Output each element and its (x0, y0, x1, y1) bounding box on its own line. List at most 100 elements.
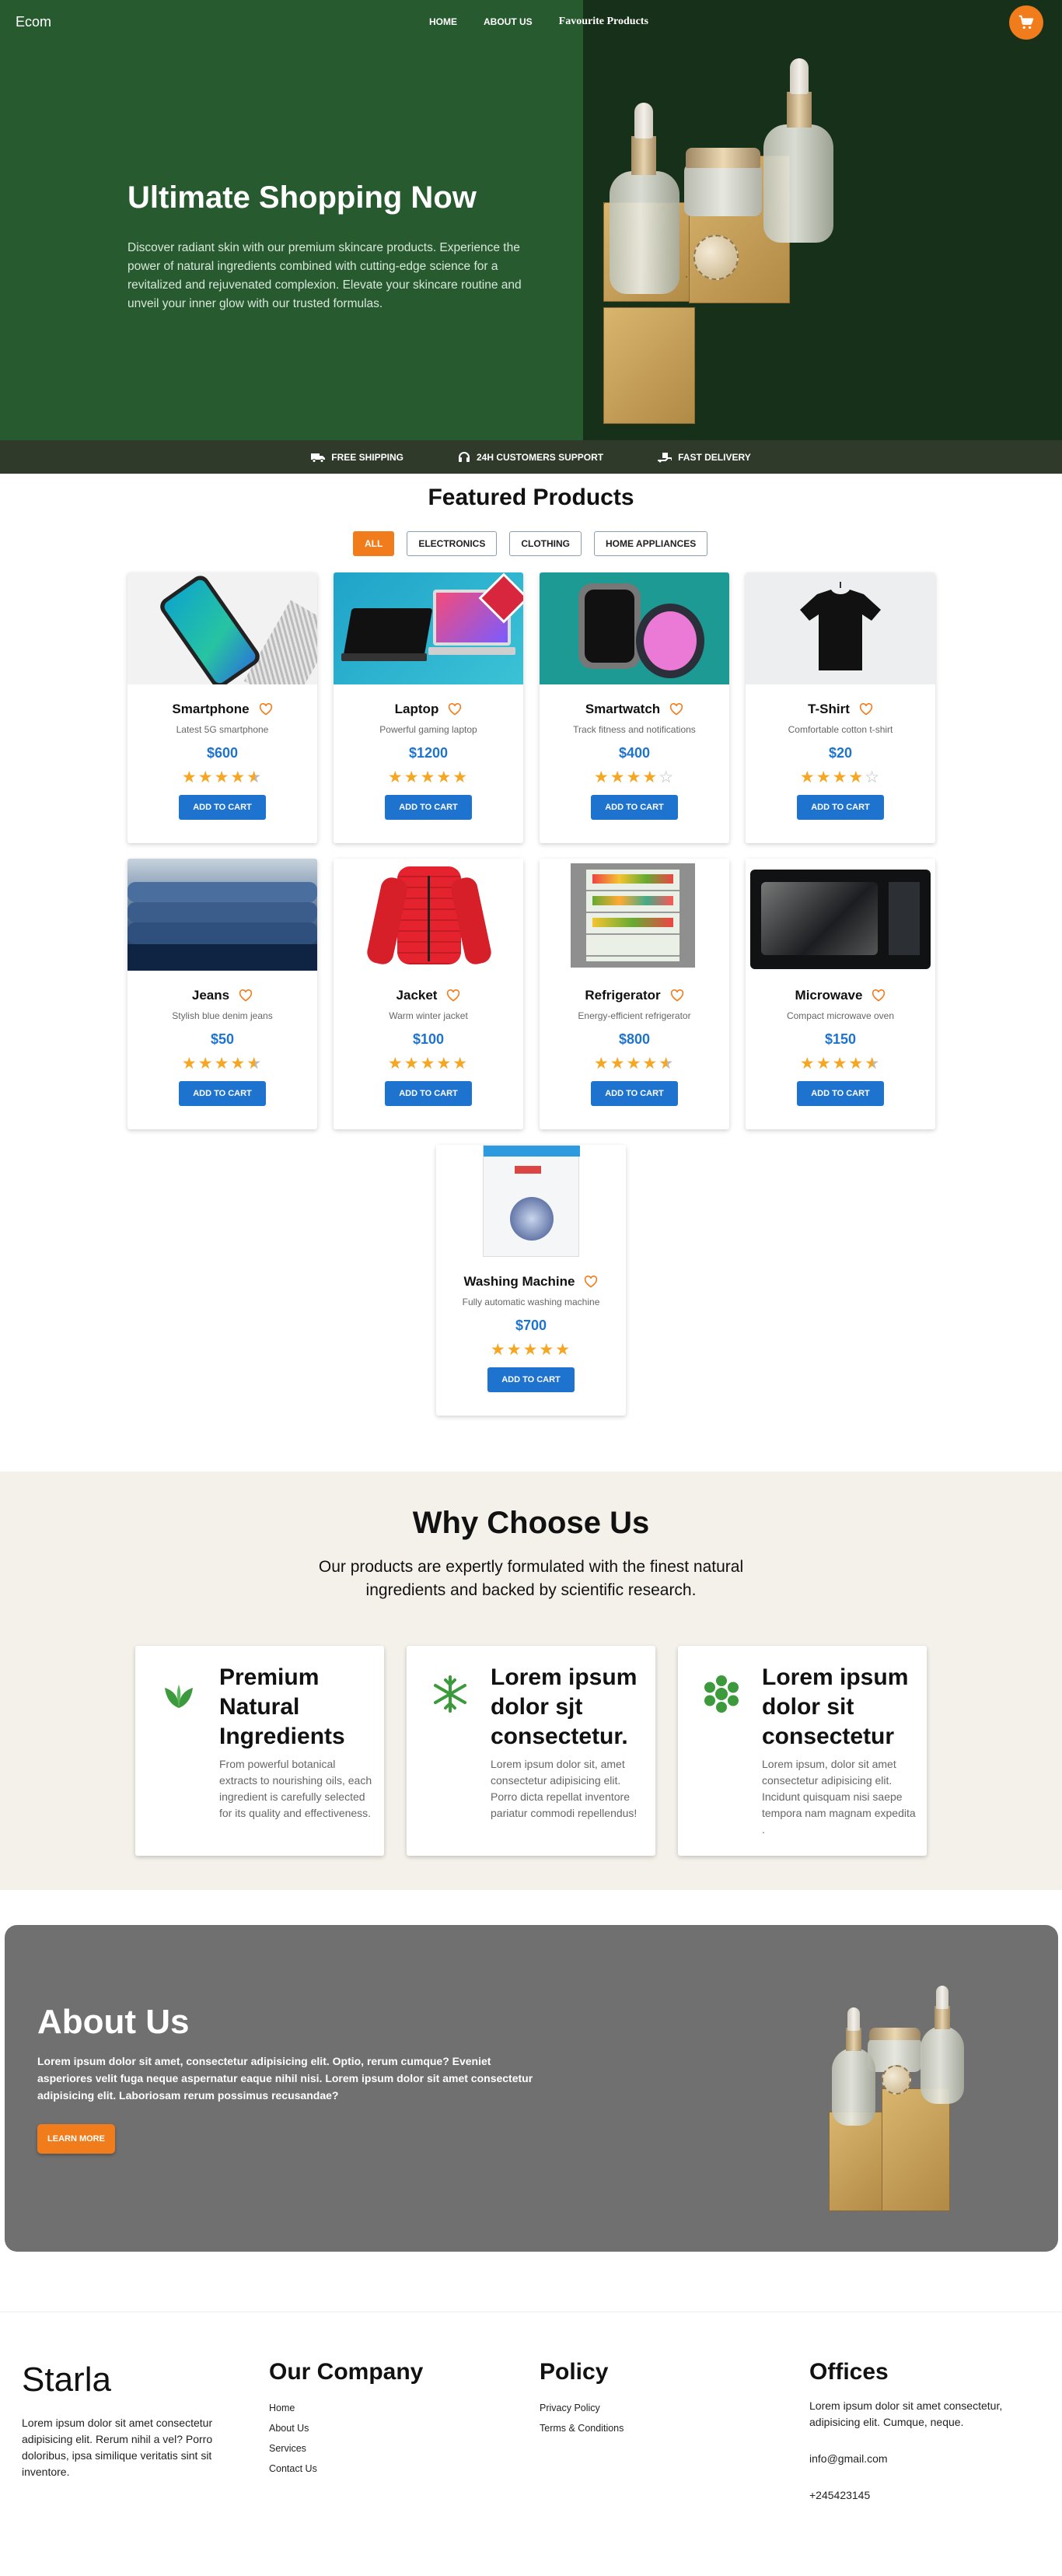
product-price: $400 (618, 745, 651, 761)
why-choose-us-section: Why Choose Us Our products are expertly … (0, 1472, 1062, 1890)
add-to-cart-button[interactable]: ADD TO CART (179, 1081, 266, 1106)
feature-label: 24H CUSTOMERS SUPPORT (476, 451, 604, 463)
product-name: Jacket (396, 988, 438, 1003)
product-image[interactable] (540, 572, 729, 684)
rating-stars: ★★★★★★ (799, 1055, 882, 1073)
footer-link-home[interactable]: Home (269, 2403, 423, 2413)
top-navbar: Ecom HOME ABOUT US Favourite Products (0, 0, 1062, 44)
footer-offices-title: Offices (809, 2359, 889, 2385)
add-to-cart-button[interactable]: ADD TO CART (591, 1081, 678, 1106)
nav-link-about[interactable]: ABOUT US (484, 16, 533, 28)
heart-icon[interactable] (859, 703, 873, 716)
feature-support: 24H CUSTOMERS SUPPORT (458, 451, 603, 464)
heart-icon[interactable] (259, 703, 273, 716)
hero-title: Ultimate Shopping Now (128, 180, 477, 215)
footer-link-about[interactable]: About Us (269, 2423, 423, 2434)
product-card[interactable]: Washing Machine Fully automatic washing m… (436, 1145, 626, 1416)
about-section: About Us Lorem ipsum dolor sit amet, con… (0, 1890, 1062, 2312)
footer-phone[interactable]: +245423145 (809, 2487, 1043, 2504)
rating-stars: ★★★★★★ (593, 1055, 676, 1073)
why-subtitle: Our products are expertly formulated wit… (318, 1558, 744, 1599)
product-image[interactable] (746, 859, 935, 971)
product-description: Latest 5G smartphone (176, 724, 269, 735)
footer-brand: Starla (22, 2361, 111, 2399)
about-panel: About Us Lorem ipsum dolor sit amet, con… (5, 1925, 1058, 2252)
add-to-cart-button[interactable]: ADD TO CART (797, 795, 884, 820)
footer-link-contact[interactable]: Contact Us (269, 2463, 423, 2474)
featured-products-section: Featured Products ALL ELECTRONICS CLOTHI… (0, 474, 1062, 1472)
cart-button[interactable] (1009, 5, 1043, 40)
filter-clothing[interactable]: CLOTHING (509, 531, 582, 556)
product-card[interactable]: T-Shirt Comfortable cotton t-shirt $20 ★★★★… (746, 572, 935, 843)
product-description: Track fitness and notifications (573, 724, 696, 735)
product-image[interactable] (334, 859, 523, 971)
product-name: Microwave (795, 988, 863, 1003)
product-name: Washing Machine (463, 1274, 575, 1289)
product-description: Energy-efficient refrigerator (578, 1010, 691, 1021)
filter-home-appliances[interactable]: HOME APPLIANCES (594, 531, 708, 556)
footer-offices: Offices Lorem ipsum dolor sit amet conse… (809, 2359, 1043, 2504)
product-card[interactable]: Jeans Stylish blue denim jeans $50 ★★★★★★ AD… (128, 859, 317, 1129)
add-to-cart-button[interactable]: ADD TO CART (487, 1367, 575, 1392)
why-card-text: Lorem ipsum dolor sit, amet consectetur … (491, 1758, 638, 1819)
leaf-icon (165, 1685, 193, 1708)
rating-stars: ★★★★★ (387, 1055, 470, 1073)
product-image[interactable] (128, 572, 317, 684)
product-name: Laptop (394, 702, 439, 716)
footer-company-title: Our Company (269, 2359, 424, 2385)
product-description: Fully automatic washing machine (462, 1297, 600, 1307)
product-image[interactable] (334, 572, 523, 684)
why-card-title: Premium Natural Ingredients (219, 1664, 345, 1749)
learn-more-button[interactable]: LEARN MORE (37, 2124, 115, 2154)
footer-email[interactable]: info@gmail.com (809, 2451, 1043, 2467)
heart-icon[interactable] (239, 989, 253, 1002)
product-card[interactable]: Laptop Powerful gaming laptop $1200 ★★★★★ AD… (334, 572, 523, 843)
add-to-cart-button[interactable]: ADD TO CART (591, 795, 678, 820)
footer-link-services[interactable]: Services (269, 2443, 423, 2454)
footer-link-terms[interactable]: Terms & Conditions (540, 2423, 624, 2434)
filter-all[interactable]: ALL (353, 531, 395, 556)
product-price: $20 (828, 745, 853, 761)
product-card[interactable]: Jacket Warm winter jacket $100 ★★★★★ ADD TO … (334, 859, 523, 1129)
product-price: $50 (210, 1031, 235, 1047)
heart-icon[interactable] (446, 989, 460, 1002)
product-image[interactable] (540, 859, 729, 971)
product-price: $150 (824, 1031, 857, 1047)
footer-address: Lorem ipsum dolor sit amet consectetur, … (809, 2399, 1003, 2428)
heart-icon[interactable] (670, 989, 684, 1002)
product-name: Refrigerator (585, 988, 661, 1003)
why-card-third: Lorem ipsum dolor sit consectetur Lorem … (678, 1646, 927, 1856)
nav-link-favourites[interactable]: Favourite Products (559, 16, 648, 28)
heart-icon[interactable] (872, 989, 886, 1002)
product-price: $600 (206, 745, 239, 761)
delivery-icon (658, 452, 672, 462)
product-image[interactable] (746, 572, 935, 684)
product-image[interactable] (128, 859, 317, 971)
nav-link-home[interactable]: HOME (429, 16, 457, 28)
why-card-title: Lorem ipsum dolor sjt consectetur. (491, 1664, 638, 1749)
add-to-cart-button[interactable]: ADD TO CART (385, 1081, 472, 1106)
product-card[interactable]: Smartphone Latest 5G smartphone $600 ★★★★★★… (128, 572, 317, 843)
filter-electronics[interactable]: ELECTRONICS (407, 531, 498, 556)
add-to-cart-button[interactable]: ADD TO CART (385, 795, 472, 820)
product-description: Warm winter jacket (389, 1010, 468, 1021)
product-card[interactable]: Microwave Compact microwave oven $150 ★★★★★… (746, 859, 935, 1129)
feature-fast-delivery: FAST DELIVERY (658, 452, 751, 463)
add-to-cart-button[interactable]: ADD TO CART (179, 795, 266, 820)
feature-strip: FREE SHIPPING 24H CUSTOMERS SUPPORT FAST… (0, 440, 1062, 474)
product-card[interactable]: Smartwatch Track fitness and notification… (540, 572, 729, 843)
heart-icon[interactable] (669, 703, 683, 716)
add-to-cart-button[interactable]: ADD TO CART (797, 1081, 884, 1106)
product-price: $800 (618, 1031, 651, 1047)
heart-icon[interactable] (584, 1276, 598, 1288)
product-image[interactable] (436, 1145, 626, 1257)
heart-icon[interactable] (448, 703, 462, 716)
hero-product-image (583, 0, 1062, 440)
category-filters: ALL ELECTRONICS CLOTHING HOME APPLIANCES (353, 531, 708, 556)
brand-logo[interactable]: Ecom (16, 14, 51, 30)
hexagon-cluster-icon (704, 1675, 739, 1713)
footer-link-privacy[interactable]: Privacy Policy (540, 2403, 624, 2413)
product-name: Jeans (191, 988, 230, 1003)
product-card[interactable]: Refrigerator Energy-efficient refrigerato… (540, 859, 729, 1129)
feature-label: FREE SHIPPING (331, 451, 403, 463)
